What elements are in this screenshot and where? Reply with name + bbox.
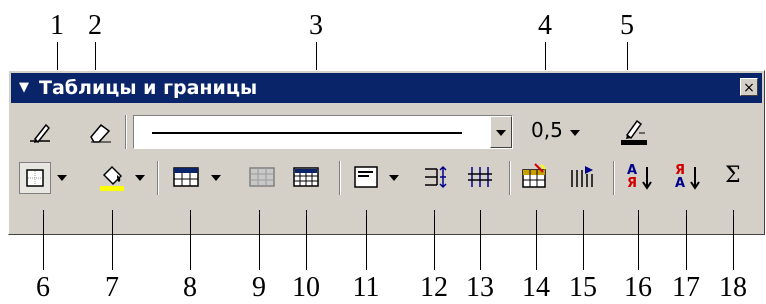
leader-line	[638, 210, 639, 270]
callout-12: 12	[420, 272, 448, 303]
distribute-columns-button[interactable]	[463, 161, 497, 193]
sort-letter-bottom: Я	[627, 176, 638, 191]
insert-table-icon	[173, 167, 199, 187]
leader-line	[259, 210, 260, 270]
leader-line	[480, 210, 481, 270]
leader-line	[190, 210, 191, 270]
distribute-rows-button[interactable]	[419, 161, 453, 193]
shading-color-chevron-down-icon[interactable]	[135, 175, 145, 181]
tables-and-borders-toolbar: ▼ Таблицы и границы × 0,5 А Я Я А Σ	[8, 70, 765, 235]
autosum-button[interactable]: Σ	[717, 161, 751, 193]
leader-line	[366, 210, 367, 270]
shading-color-button[interactable]	[95, 161, 129, 193]
callout-15: 15	[569, 272, 597, 303]
autosum-icon: Σ	[725, 163, 741, 188]
leader-line	[43, 210, 44, 270]
leader-line	[536, 210, 537, 270]
outside-border-icon	[26, 169, 44, 187]
toolbar-titlebar[interactable]: ▼ Таблицы и границы ×	[11, 73, 762, 103]
leader-line	[112, 210, 113, 270]
leader-line	[434, 210, 435, 270]
insert-table-button[interactable]	[169, 161, 203, 193]
down-arrow-icon	[642, 167, 652, 190]
shading-color-icon	[100, 165, 124, 191]
distribute-columns-icon	[468, 167, 492, 187]
callout-7: 7	[105, 272, 119, 303]
text-direction-icon	[571, 166, 593, 187]
callout-6: 6	[36, 272, 50, 303]
line-weight-value[interactable]: 0,5	[531, 118, 563, 142]
merge-cells-icon	[249, 167, 275, 187]
distribute-rows-icon	[425, 165, 447, 189]
callout-1: 1	[50, 10, 64, 41]
chevron-down-icon	[496, 130, 506, 136]
table-autoformat-button[interactable]	[517, 161, 551, 193]
line-style-dropdown[interactable]	[133, 115, 513, 149]
callout-14: 14	[522, 272, 550, 303]
line-style-dropdown-button[interactable]	[490, 116, 512, 148]
toolbar-separator	[125, 115, 127, 149]
toolbar-separator	[339, 161, 341, 195]
draw-table-button[interactable]	[25, 117, 55, 147]
line-weight-chevron-down-icon[interactable]	[570, 130, 580, 136]
split-cells-button[interactable]	[289, 161, 323, 193]
leader-line	[306, 210, 307, 270]
callout-2: 2	[88, 10, 102, 41]
toolbar-separator	[157, 161, 159, 195]
callout-10: 10	[292, 272, 320, 303]
split-cells-icon	[293, 167, 319, 187]
callout-4: 4	[538, 10, 552, 41]
border-color-button[interactable]	[617, 115, 651, 147]
callout-13: 13	[466, 272, 494, 303]
line-style-preview	[152, 132, 462, 134]
border-color-icon	[621, 119, 647, 145]
eraser-button[interactable]	[85, 117, 115, 147]
close-button[interactable]: ×	[740, 78, 758, 96]
table-autoformat-icon	[522, 163, 546, 188]
callout-3: 3	[309, 10, 323, 41]
down-arrow-icon	[690, 167, 700, 190]
callout-16: 16	[624, 272, 652, 303]
toolbar-separator	[509, 161, 511, 195]
toolbar-title: Таблицы и границы	[39, 77, 258, 99]
leader-line	[686, 210, 687, 270]
sort-ascending-button[interactable]: А Я	[623, 161, 657, 193]
sort-descending-button[interactable]: Я А	[671, 161, 705, 193]
eraser-icon	[90, 123, 111, 143]
align-button[interactable]	[349, 161, 383, 193]
merge-cells-button[interactable]	[245, 161, 279, 193]
align-icon	[354, 166, 378, 188]
sort-letter-bottom: А	[675, 176, 686, 191]
outside-border-chevron-down-icon[interactable]	[57, 175, 67, 181]
callout-8: 8	[183, 272, 197, 303]
draw-table-icon	[30, 123, 51, 144]
callout-17: 17	[672, 272, 700, 303]
outside-border-button[interactable]	[19, 162, 51, 194]
leader-line	[733, 210, 734, 270]
callout-18: 18	[719, 272, 747, 303]
callout-9: 9	[252, 272, 266, 303]
toolbar-options-arrow-icon[interactable]: ▼	[19, 73, 29, 103]
callout-5: 5	[620, 10, 634, 41]
toolbar-separator	[613, 161, 615, 195]
callout-11: 11	[352, 272, 380, 303]
text-direction-button[interactable]	[565, 161, 599, 193]
insert-table-chevron-down-icon[interactable]	[211, 175, 221, 181]
leader-line	[583, 210, 584, 270]
align-chevron-down-icon[interactable]	[389, 175, 399, 181]
